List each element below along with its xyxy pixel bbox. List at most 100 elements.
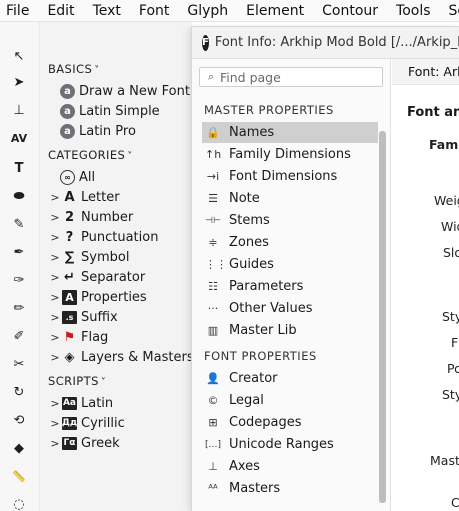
text-tool-icon[interactable]: T: [9, 158, 29, 178]
chevron-right-icon[interactable]: >: [48, 397, 62, 410]
zones-icon: ≑: [208, 236, 218, 249]
window-titlebar[interactable]: F Font Info: Arkhip Mod Bold [/.../Arkip…: [192, 27, 459, 59]
search-icon: ⌕: [207, 70, 215, 83]
chevron-right-icon[interactable]: >: [48, 271, 62, 284]
pen-alt-tool-icon[interactable]: ✑: [9, 270, 29, 290]
sidebar-item-properties[interactable]: > A Properties: [40, 287, 147, 307]
menu-font[interactable]: Font: [139, 3, 169, 19]
sidebar-item-draw-new-font[interactable]: a Draw a New Font: [60, 81, 190, 101]
nav-item-family-dimensions[interactable]: ↑h Family Dimensions: [202, 144, 378, 165]
chevron-right-icon[interactable]: >: [48, 211, 62, 224]
chevron-right-icon[interactable]: >: [48, 311, 62, 324]
chevron-right-icon[interactable]: >: [48, 437, 62, 450]
eraser-tool-icon[interactable]: ⬬: [9, 186, 29, 206]
axes-icon: ⊥: [208, 460, 218, 473]
nav-item-legal[interactable]: © Legal: [202, 390, 378, 411]
chevron-right-icon[interactable]: >: [48, 331, 62, 344]
other-values-icon: ···: [207, 302, 219, 315]
content-header: Font: Ark: [392, 59, 459, 85]
sidebar-item-latin-simple[interactable]: a Latin Simple: [60, 101, 160, 121]
chevron-down-icon: ˅: [127, 151, 133, 162]
calligraphy-tool-icon[interactable]: ✐: [9, 326, 29, 346]
categories-header[interactable]: CATEGORIES ˅: [48, 148, 133, 162]
sidebar-item-flag[interactable]: > ⚑ Flag: [40, 327, 108, 347]
pointer-tool-icon[interactable]: ↖: [9, 46, 29, 66]
codepages-icon: ⊞: [208, 416, 218, 429]
nav-scrollbar[interactable]: [379, 131, 386, 503]
kerning-tool-icon[interactable]: AV: [9, 128, 29, 148]
measure-tool-icon[interactable]: ⊥: [9, 100, 29, 120]
nav-item-master-lib[interactable]: ▥ Master Lib: [202, 320, 378, 341]
sidebar-item-separator[interactable]: > ↵ Separator: [40, 267, 145, 287]
select-tool-icon[interactable]: ➤: [9, 72, 29, 92]
nav-item-zones[interactable]: ≑ Zones: [202, 232, 378, 253]
chevron-right-icon[interactable]: >: [48, 351, 62, 364]
basics-header[interactable]: BASICS ˅: [48, 62, 100, 76]
rotate-tool-icon[interactable]: ↻: [9, 382, 29, 402]
knife-tool-icon[interactable]: ✂: [9, 354, 29, 374]
pencil-tool-icon[interactable]: ✏: [9, 298, 29, 318]
nav-item-other-values[interactable]: ··· Other Values: [202, 298, 378, 319]
sidebar-item-letter[interactable]: > A Letter: [40, 187, 119, 207]
nav-item-label: Codepages: [229, 415, 302, 430]
font-template-icon: a: [60, 123, 75, 139]
chevron-right-icon[interactable]: >: [48, 231, 62, 244]
brush-tool-icon[interactable]: ✎: [9, 214, 29, 234]
menu-element[interactable]: Element: [246, 3, 304, 19]
sidebar-item-latin[interactable]: > Aa Latin: [40, 393, 113, 413]
nav-item-unicode-ranges[interactable]: […] Unicode Ranges: [202, 434, 378, 455]
sidebar-item-suffix[interactable]: > .s Suffix: [40, 307, 117, 327]
nav-item-codepages[interactable]: ⊞ Codepages: [202, 412, 378, 433]
menu-scripts[interactable]: Scripts: [449, 3, 459, 19]
sidebar-item-number[interactable]: >2 Number: [40, 207, 133, 227]
family-dimensions-icon: ↑h: [205, 148, 222, 161]
menu-file[interactable]: File: [6, 3, 29, 19]
nav-item-label: Masters: [229, 481, 281, 496]
separator-icon: ↵: [64, 269, 75, 285]
suffix-icon: .s: [62, 310, 77, 324]
sidebar-item-punctuation[interactable]: >? Punctuation: [40, 227, 158, 247]
search-box[interactable]: ⌕: [199, 67, 383, 87]
transform-tool-icon[interactable]: ⟲: [9, 410, 29, 430]
chevron-down-icon: ˅: [100, 377, 107, 388]
pen-tool-icon[interactable]: ✒: [9, 242, 29, 262]
fill-tool-icon[interactable]: ◆: [9, 438, 29, 458]
chevron-right-icon[interactable]: >: [48, 417, 62, 430]
nav-item-stems[interactable]: ⊣⊢ Stems: [202, 210, 378, 231]
menu-text[interactable]: Text: [93, 3, 121, 19]
lasso-tool-icon[interactable]: ◌: [9, 494, 29, 511]
sidebar-item-layers-masters[interactable]: > ◈ Layers & Masters: [40, 347, 193, 367]
menu-contour[interactable]: Contour: [322, 3, 378, 19]
sidebar-item-label: Number: [81, 209, 134, 225]
page-navigation-pane: ⌕ MASTER PROPERTIES 🔒 Names ↑h Family Dime…: [192, 59, 391, 511]
field-label-style: Sty: [442, 309, 459, 324]
sidebar-item-greek[interactable]: > Γα Greek: [40, 433, 119, 453]
nav-item-creator[interactable]: 👤 Creator: [202, 368, 378, 389]
nav-item-names[interactable]: 🔒 Names: [202, 122, 378, 143]
search-input[interactable]: [218, 69, 378, 85]
menu-edit[interactable]: Edit: [47, 3, 74, 19]
sidebar-item-cyrillic[interactable]: > Дд Cyrillic: [40, 413, 124, 433]
nav-item-axes[interactable]: ⊥ Axes: [202, 456, 378, 477]
field-label-width: Wid: [441, 219, 459, 234]
sidebar-item-all[interactable]: ∞ All: [60, 167, 95, 187]
master-properties-heading: MASTER PROPERTIES: [204, 103, 334, 117]
latin-script-icon: Aa: [62, 396, 77, 410]
chevron-right-icon[interactable]: >: [48, 191, 62, 204]
nav-item-masters[interactable]: ᴬᴬ Masters: [202, 478, 378, 499]
chevron-right-icon[interactable]: >: [48, 251, 62, 264]
nav-item-font-dimensions[interactable]: →i Font Dimensions: [202, 166, 378, 187]
chevron-right-icon[interactable]: >: [48, 291, 62, 304]
menu-tools[interactable]: Tools: [396, 3, 431, 19]
menu-glyph[interactable]: Glyph: [187, 3, 228, 19]
sidebar-item-latin-pro[interactable]: a Latin Pro: [60, 121, 136, 141]
nav-item-note[interactable]: ☰ Note: [202, 188, 378, 209]
nav-item-parameters[interactable]: ☷ Parameters: [202, 276, 378, 297]
sidebar-item-symbol[interactable]: > ∑ Symbol: [40, 247, 129, 267]
masters-icon: ᴬᴬ: [208, 482, 218, 495]
scripts-header[interactable]: SCRIPTS ˅: [48, 374, 106, 388]
field-label-weight: Weig: [434, 193, 459, 208]
nav-item-guides[interactable]: ⋮⋮ Guides: [202, 254, 378, 275]
font-dimensions-icon: →i: [206, 170, 220, 183]
ruler-tool-icon[interactable]: 📏: [9, 466, 29, 486]
